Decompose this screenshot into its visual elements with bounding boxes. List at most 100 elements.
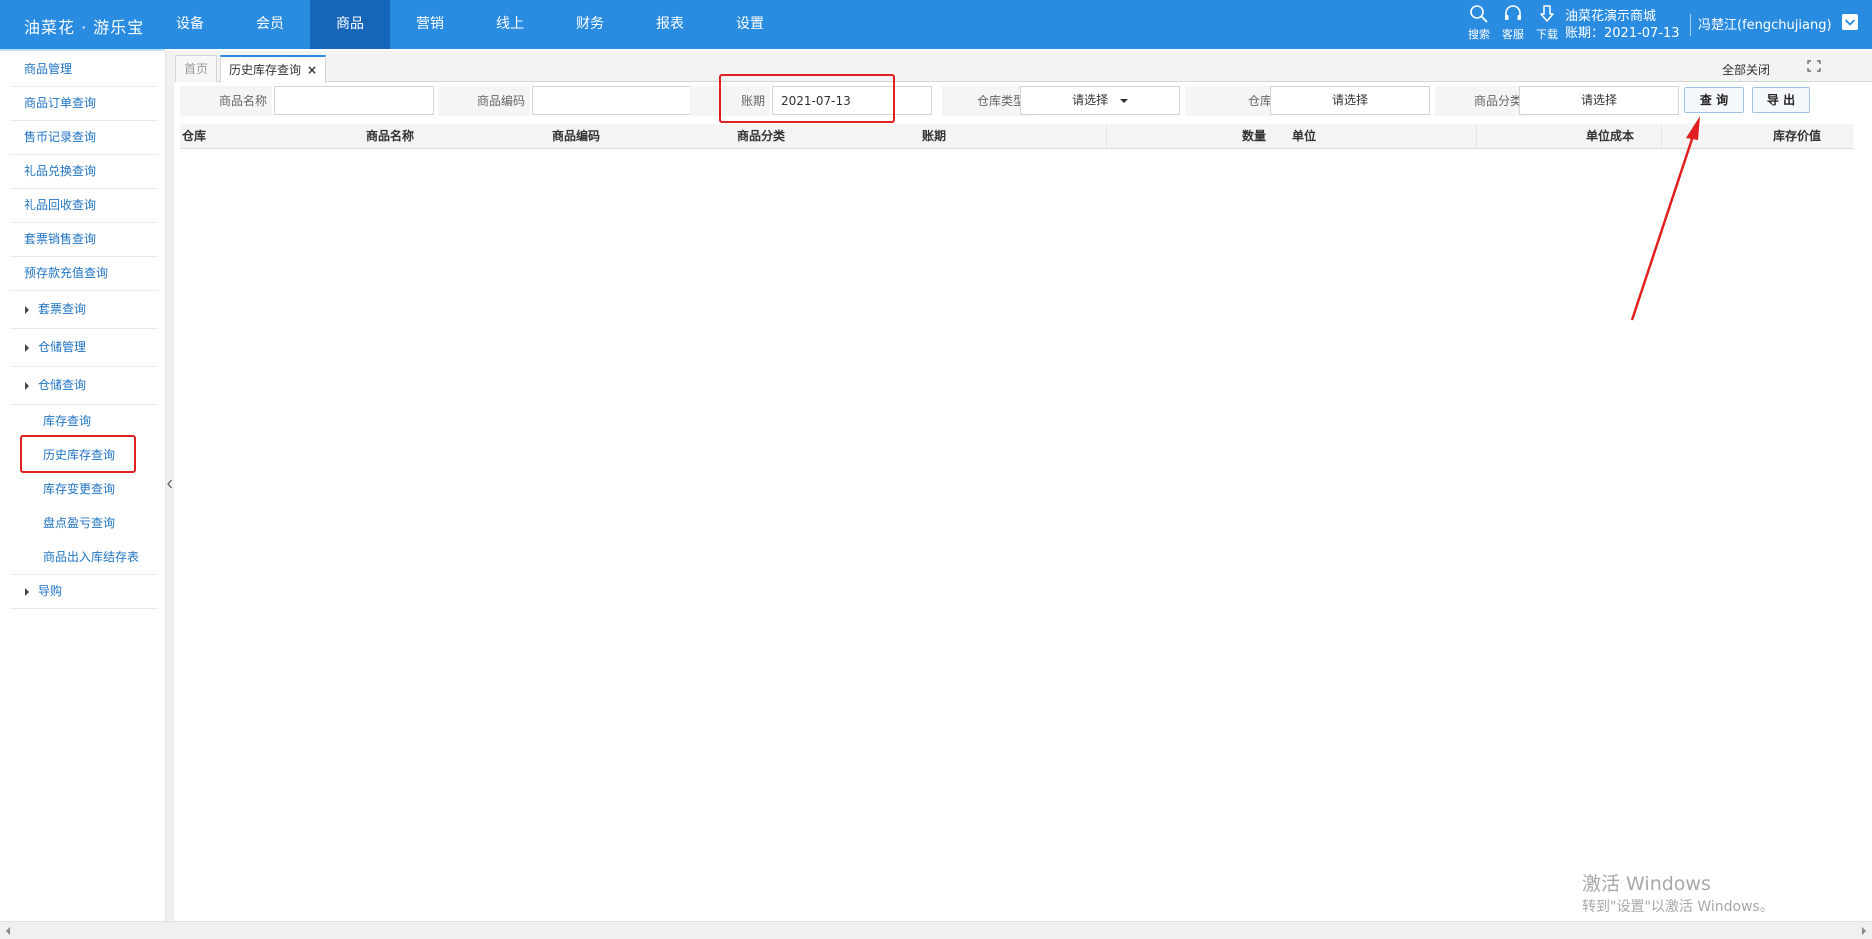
sidebar-group-storage-query[interactable]: 仓储查询 bbox=[10, 367, 158, 405]
nav-item-reports[interactable]: 报表 bbox=[630, 0, 710, 49]
nav-item-devices[interactable]: 设备 bbox=[150, 0, 230, 49]
sidebar-item-inventory-profit-loss[interactable]: 盘点盈亏查询 bbox=[10, 507, 158, 540]
tab-history-stock-query[interactable]: 历史库存查询 × bbox=[220, 55, 327, 83]
nav-item-settings[interactable]: 设置 bbox=[710, 0, 790, 49]
sidebar-item-label: 库存变更查询 bbox=[43, 482, 116, 496]
warehouse-label: 仓库 bbox=[1185, 86, 1277, 116]
download-tool[interactable]: 下载 bbox=[1530, 4, 1564, 42]
column-separator bbox=[1476, 124, 1477, 148]
column-header-unit[interactable]: 单位 bbox=[1292, 124, 1316, 148]
column-header-product-code[interactable]: 商品编码 bbox=[552, 124, 600, 148]
nav-item-online[interactable]: 线上 bbox=[470, 0, 550, 49]
product-code-input[interactable] bbox=[532, 86, 692, 115]
sidebar-item-label: 商品订单查询 bbox=[24, 96, 97, 110]
sidebar-item-label: 商品管理 bbox=[24, 62, 73, 76]
tab-strip: 首页 历史库存查询 × 全部关闭 bbox=[174, 51, 1872, 83]
chevron-left-icon bbox=[167, 479, 172, 489]
main-content: 首页 历史库存查询 × 全部关闭 商品名称 商品编码 账期 仓库类型: 请选择 仓… bbox=[174, 51, 1872, 921]
sidebar-item-coin-sales[interactable]: 售币记录查询 bbox=[10, 121, 158, 155]
sidebar-group-package-query[interactable]: 套票查询 bbox=[10, 291, 158, 329]
tab-label: 历史库存查询 bbox=[229, 63, 302, 77]
download-icon bbox=[1540, 5, 1554, 22]
category-select[interactable]: 请选择 bbox=[1519, 86, 1679, 115]
column-header-period[interactable]: 账期 bbox=[922, 124, 946, 148]
download-tool-label: 下载 bbox=[1536, 28, 1558, 41]
nav-item-finance[interactable]: 财务 bbox=[550, 0, 630, 49]
main-nav: 设备 会员 商品 营销 线上 财务 报表 设置 bbox=[150, 0, 790, 49]
sidebar-item-stock-query[interactable]: 库存查询 bbox=[10, 405, 158, 438]
sidebar-item-package-sales[interactable]: 套票销售查询 bbox=[10, 223, 158, 257]
sidebar-item-label: 导购 bbox=[38, 584, 63, 598]
sidebar-item-stock-change-query[interactable]: 库存变更查询 bbox=[10, 473, 158, 506]
column-header-warehouse[interactable]: 仓库 bbox=[182, 124, 206, 148]
column-header-quantity[interactable]: 数量 bbox=[1242, 124, 1266, 148]
search-tool[interactable]: 搜索 bbox=[1462, 4, 1496, 42]
caret-down-icon bbox=[1119, 99, 1128, 103]
headset-icon bbox=[1505, 5, 1521, 20]
store-info: 油菜花演示商城 账期：2021-07-13 bbox=[1565, 8, 1680, 42]
warehouse-type-select[interactable]: 请选择 bbox=[1020, 86, 1180, 115]
column-separator bbox=[1106, 124, 1107, 148]
sidebar-item-label: 商品出入库结存表 bbox=[43, 550, 140, 564]
caret-right-icon bbox=[25, 382, 29, 390]
scroll-right-icon[interactable] bbox=[1860, 926, 1868, 936]
user-name[interactable]: 冯楚江(fengchujiang) bbox=[1698, 14, 1832, 33]
search-icon bbox=[1470, 5, 1488, 23]
sidebar-group-storage-management[interactable]: 仓储管理 bbox=[10, 329, 158, 367]
close-all-tabs-button[interactable]: 全部关闭 bbox=[1722, 61, 1770, 78]
column-header-unit-cost[interactable]: 单位成本 bbox=[1586, 124, 1634, 148]
store-period: 账期：2021-07-13 bbox=[1565, 26, 1680, 41]
sidebar-item-prepaid-recharge[interactable]: 预存款充值查询 bbox=[10, 257, 158, 291]
top-bar: 油菜花 · 游乐宝 设备 会员 商品 营销 线上 财务 报表 设置 搜索 客服 … bbox=[0, 0, 1872, 49]
sidebar-item-gift-exchange[interactable]: 礼品兑换查询 bbox=[10, 155, 158, 189]
query-button[interactable]: 查 询 bbox=[1684, 87, 1744, 113]
sidebar-item-product-orders[interactable]: 商品订单查询 bbox=[10, 87, 158, 121]
scroll-left-icon[interactable] bbox=[4, 926, 12, 936]
sidebar-item-label: 售币记录查询 bbox=[24, 130, 97, 144]
nav-item-products[interactable]: 商品 bbox=[310, 0, 390, 49]
sidebar-item-in-out-balance[interactable]: 商品出入库结存表 bbox=[10, 541, 158, 575]
sidebar-highlight-box bbox=[20, 435, 136, 473]
sidebar-item-label: 预存款充值查询 bbox=[24, 266, 109, 280]
close-tab-icon[interactable]: × bbox=[307, 63, 317, 77]
caret-right-icon bbox=[25, 306, 29, 314]
product-code-label: 商品编码 bbox=[438, 86, 530, 116]
windows-activation-title: 激活 Windows bbox=[1582, 873, 1711, 895]
sidebar-item-label: 礼品兑换查询 bbox=[24, 164, 97, 178]
sidebar-item-label: 套票销售查询 bbox=[24, 232, 97, 246]
sidebar: 商品管理 商品订单查询 售币记录查询 礼品兑换查询 礼品回收查询 套票销售查询 … bbox=[0, 51, 166, 921]
horizontal-scrollbar[interactable] bbox=[0, 921, 1872, 939]
nav-item-members[interactable]: 会员 bbox=[230, 0, 310, 49]
sidebar-collapse-toggle[interactable] bbox=[166, 478, 173, 494]
tab-home[interactable]: 首页 bbox=[175, 55, 218, 82]
sidebar-item-label: 仓储查询 bbox=[38, 378, 87, 392]
sidebar-item-label: 仓储管理 bbox=[38, 340, 87, 354]
column-header-product-name[interactable]: 商品名称 bbox=[366, 124, 414, 148]
caret-right-icon bbox=[25, 588, 29, 596]
table-header: 仓库 商品名称 商品编码 商品分类 账期 数量 单位 单位成本 库存价值 bbox=[180, 124, 1853, 149]
column-header-product-category[interactable]: 商品分类 bbox=[737, 124, 785, 148]
warehouse-select[interactable]: 请选择 bbox=[1270, 86, 1430, 115]
fullscreen-icon[interactable] bbox=[1807, 60, 1821, 72]
export-button[interactable]: 导 出 bbox=[1752, 87, 1810, 113]
windows-activation-hint: 转到"设置"以激活 Windows。 bbox=[1582, 899, 1774, 915]
caret-right-icon bbox=[25, 344, 29, 352]
sidebar-item-label: 盘点盈亏查询 bbox=[43, 516, 116, 530]
column-separator bbox=[1661, 124, 1662, 148]
sidebar-item-product-management[interactable]: 商品管理 bbox=[10, 53, 158, 87]
warehouse-type-value: 请选择 bbox=[1072, 93, 1109, 107]
period-highlight-box bbox=[719, 74, 895, 123]
service-tool[interactable]: 客服 bbox=[1496, 4, 1530, 42]
sidebar-item-gift-recycle[interactable]: 礼品回收查询 bbox=[10, 189, 158, 223]
column-header-stock-value[interactable]: 库存价值 bbox=[1773, 124, 1821, 148]
sidebar-item-label: 套票查询 bbox=[38, 302, 87, 316]
product-name-input[interactable] bbox=[274, 86, 434, 115]
store-name: 油菜花演示商城 bbox=[1565, 9, 1657, 24]
nav-item-marketing[interactable]: 营销 bbox=[390, 0, 470, 49]
search-tool-label: 搜索 bbox=[1468, 28, 1490, 41]
user-menu-toggle[interactable] bbox=[1842, 14, 1858, 30]
filter-bar: 商品名称 商品编码 账期 仓库类型: 请选择 仓库 请选择 商品分类 请选择 查… bbox=[180, 86, 1870, 118]
chevron-down-icon bbox=[1844, 19, 1856, 26]
brand-logo[interactable]: 油菜花 · 游乐宝 bbox=[24, 14, 144, 38]
sidebar-group-shopping-guide[interactable]: 导购 bbox=[10, 575, 158, 609]
